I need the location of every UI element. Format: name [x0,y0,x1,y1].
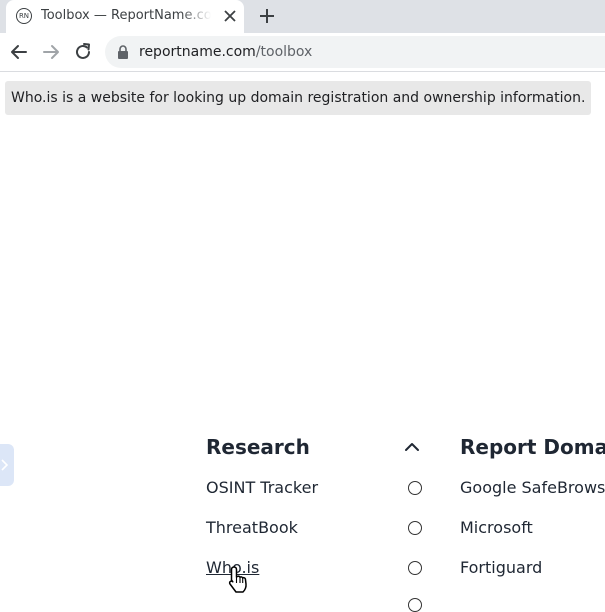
radio-fortiguard[interactable] [408,561,422,575]
forward-arrow-icon[interactable] [40,41,62,63]
research-link-threatbook[interactable]: ThreatBook [206,518,298,537]
url-text: reportname.com/toolbox [139,44,312,60]
research-link-osint-tracker[interactable]: OSINT Tracker [206,478,318,497]
tab-strip: RN Toolbox — ReportName.com [0,0,605,33]
new-tab-icon[interactable] [256,5,278,27]
back-arrow-icon[interactable] [8,41,30,63]
report-option-google-safebrowsing: Google SafeBrows [460,478,605,497]
browser-toolbar: reportname.com/toolbox [0,33,605,72]
report-option-microsoft: Microsoft [460,518,533,537]
tab-title: Toolbox — ReportName.com [41,8,211,23]
address-bar[interactable]: reportname.com/toolbox [105,36,605,68]
chevron-right-icon [1,459,8,471]
close-tab-icon[interactable] [220,6,240,26]
radio-microsoft[interactable] [408,521,422,535]
chevron-up-icon[interactable] [403,438,421,456]
lock-icon [118,45,128,59]
sidebar-toggle-button[interactable] [0,444,14,486]
radio-google-safebrowsing[interactable] [408,481,422,495]
radio-next-option[interactable] [408,598,422,612]
research-heading: Research [206,435,310,459]
site-favicon-icon: RN [16,8,32,24]
browser-tab-toolbox[interactable]: RN Toolbox — ReportName.com [6,0,244,33]
hand-pointer-cursor-icon [228,566,247,593]
link-tooltip: Who.is is a website for looking up domai… [5,81,592,115]
report-domain-heading: Report Doma [460,435,605,459]
url-host: reportname.com [139,44,256,60]
reload-icon[interactable] [72,41,94,63]
url-path: /toolbox [255,44,313,60]
report-option-fortiguard: Fortiguard [460,558,543,577]
